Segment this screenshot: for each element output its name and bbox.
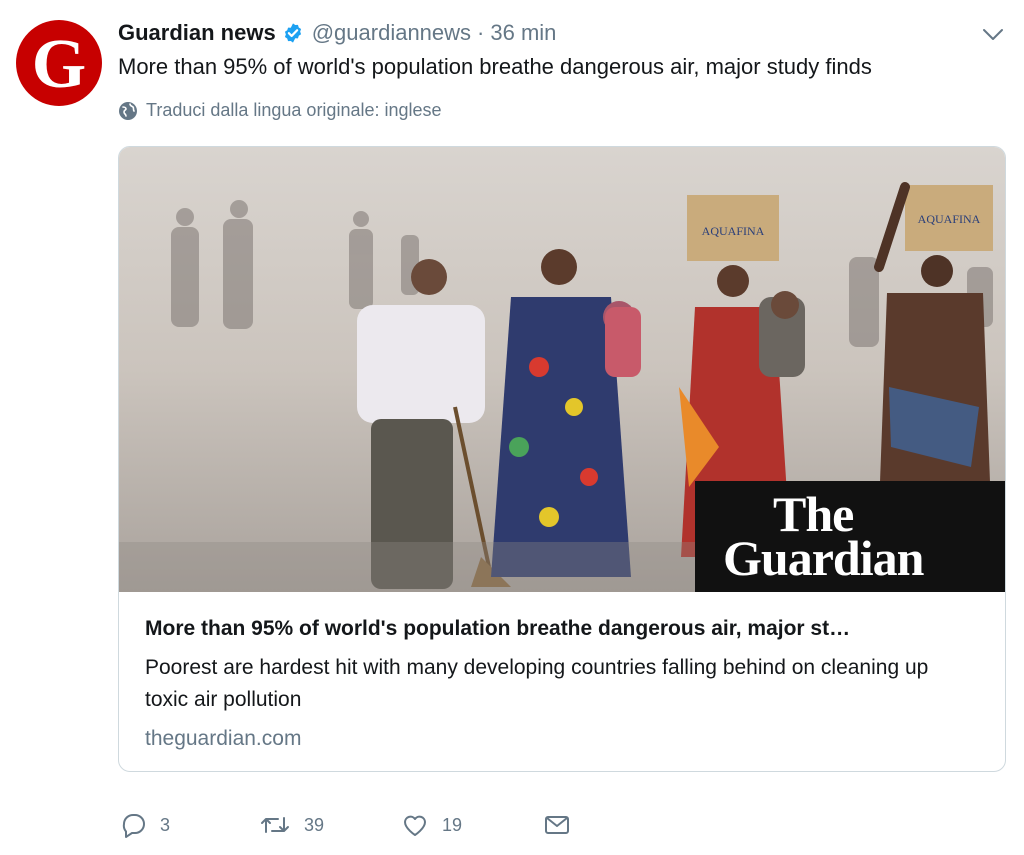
translate-link[interactable]: Traduci dalla lingua originale: inglese [118, 100, 442, 121]
avatar[interactable]: G [16, 20, 102, 106]
like-icon [400, 810, 430, 840]
chevron-down-icon[interactable] [980, 24, 1006, 44]
guardian-logo: The Guardian [695, 481, 1005, 592]
reply-button[interactable]: 3 [118, 808, 170, 842]
separator-dot: · [477, 20, 485, 45]
avatar-letter: G [31, 26, 87, 103]
timestamp[interactable]: 36 min [490, 20, 556, 46]
verified-icon [282, 22, 304, 44]
box-label-2: AQUAFINA [918, 212, 981, 226]
like-count: 19 [442, 814, 463, 835]
translate-label: Traduci dalla lingua originale: inglese [146, 100, 442, 120]
box-label-1: AQUAFINA [702, 224, 765, 238]
link-card[interactable]: AQUAFINA AQUAFINA The Guardian More than… [118, 146, 1006, 772]
author-name[interactable]: Guardian news [118, 20, 276, 46]
reply-icon [118, 810, 148, 840]
tweet-text: More than 95% of world's population brea… [118, 54, 872, 79]
retweet-button[interactable]: 39 [258, 808, 324, 842]
author-handle[interactable]: @guardiannews [312, 20, 471, 46]
dm-icon [542, 810, 572, 840]
tweet[interactable]: G Guardian news @guardiannews · 36 min M… [0, 0, 1024, 855]
direct-message-button[interactable] [542, 808, 572, 842]
logo-line-2: Guardian [723, 530, 924, 586]
card-description: Poorest are hardest hit with many develo… [145, 656, 929, 711]
card-title[interactable]: More than 95% of world's population brea… [145, 617, 850, 641]
reply-count: 3 [160, 814, 171, 835]
retweet-icon [258, 810, 292, 840]
retweet-count: 39 [304, 814, 325, 835]
globe-icon [118, 101, 138, 121]
card-image[interactable]: AQUAFINA AQUAFINA The Guardian [119, 147, 1005, 592]
tweet-header: Guardian news @guardiannews · 36 min [118, 18, 556, 48]
like-button[interactable]: 19 [400, 808, 462, 842]
card-domain[interactable]: theguardian.com [145, 727, 301, 751]
